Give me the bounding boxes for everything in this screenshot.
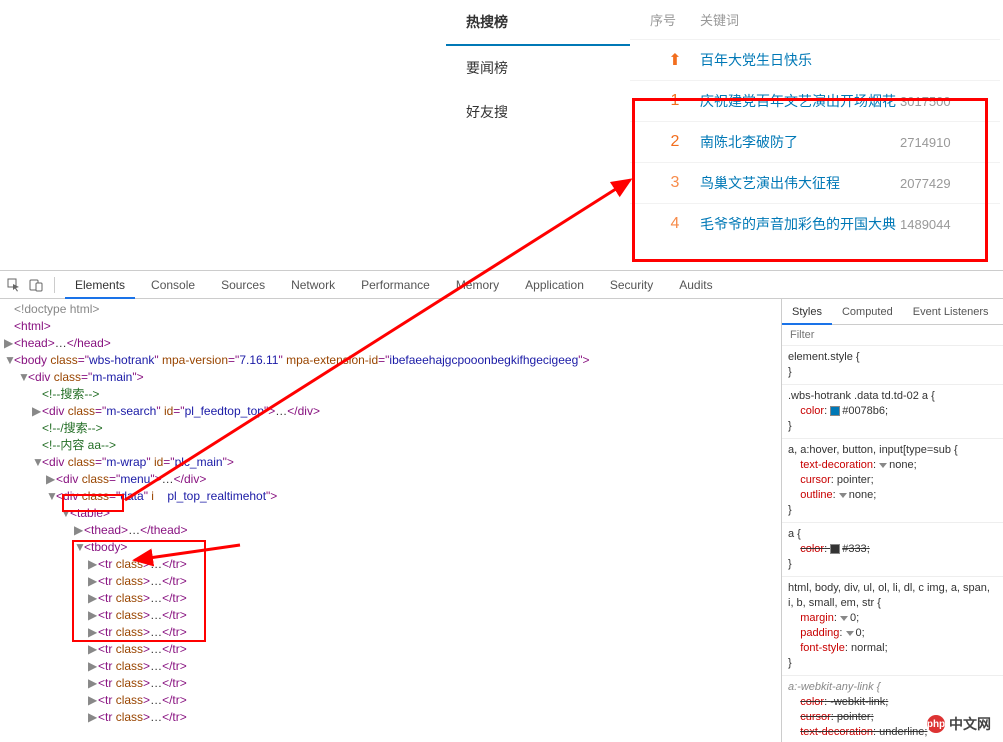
keyword-link[interactable]: 南陈北李破防了	[700, 132, 900, 152]
tab-network[interactable]: Network	[281, 271, 345, 299]
tab-security[interactable]: Security	[600, 271, 663, 299]
tab-application[interactable]: Application	[515, 271, 594, 299]
keyword-link[interactable]: 庆祝建党百年文艺演出开场烟花	[700, 91, 900, 111]
table-row: 2 南陈北李破防了 2714910	[630, 121, 1000, 162]
rank-number: 2	[650, 133, 700, 151]
tab-performance[interactable]: Performance	[351, 271, 440, 299]
styles-filter	[782, 325, 1003, 346]
table-row: 1 庆祝建党百年文艺演出开场烟花 3017500	[630, 80, 1000, 121]
devtools-panel: Elements Console Sources Network Perform…	[0, 270, 1003, 742]
tab-event-listeners[interactable]: Event Listeners	[903, 299, 999, 325]
tab-console[interactable]: Console	[141, 271, 205, 299]
page-content: 热搜榜 要闻榜 好友搜 序号 关键词 ⬆ 百年大党生日快乐 1 庆祝建党百年文艺…	[0, 0, 1003, 270]
tab-computed[interactable]: Computed	[832, 299, 903, 325]
keyword-link[interactable]: 鸟巢文艺演出伟大征程	[700, 173, 900, 193]
keyword-count: 2077429	[900, 176, 980, 191]
header-rank: 序号	[650, 10, 700, 29]
watermark-logo-icon: php	[927, 715, 945, 733]
filter-input[interactable]	[782, 325, 1003, 345]
inspect-icon[interactable]	[6, 277, 22, 293]
keyword-link[interactable]: 百年大党生日快乐	[700, 50, 900, 70]
keyword-count: 1489044	[900, 217, 980, 232]
tab-friends[interactable]: 好友搜	[446, 90, 630, 134]
tab-news[interactable]: 要闻榜	[446, 46, 630, 90]
rank-number: 3	[650, 174, 700, 192]
devtools-toolbar: Elements Console Sources Network Perform…	[0, 271, 1003, 299]
toolbar-separator	[54, 277, 55, 293]
table-row: 3 鸟巢文艺演出伟大征程 2077429	[630, 162, 1000, 203]
styles-rules[interactable]: element.style {}.wbs-hotrank .data td.td…	[782, 346, 1003, 742]
rank-number: 1	[650, 92, 700, 110]
styles-panel: Styles Computed Event Listeners element.…	[781, 299, 1003, 742]
keyword-count: 3017500	[900, 94, 980, 109]
rank-top-icon: ⬆	[650, 50, 700, 70]
keyword-link[interactable]: 毛爷爷的声音加彩色的开国大典	[700, 214, 900, 234]
devtools-body: <!doctype html><html>▶<head>…</head>▼<bo…	[0, 299, 1003, 742]
tab-elements[interactable]: Elements	[65, 271, 135, 299]
table-header: 序号 关键词	[630, 0, 1000, 39]
watermark: php 中文网	[927, 714, 991, 734]
table-row: ⬆ 百年大党生日快乐	[630, 39, 1000, 80]
table-row: 4 毛爷爷的声音加彩色的开国大典 1489044	[630, 203, 1000, 244]
elements-tree[interactable]: <!doctype html><html>▶<head>…</head>▼<bo…	[0, 299, 781, 742]
rank-number: 4	[650, 215, 700, 233]
watermark-text: 中文网	[949, 714, 991, 734]
tab-hot[interactable]: 热搜榜	[446, 0, 630, 46]
tab-styles[interactable]: Styles	[782, 299, 832, 325]
tab-memory[interactable]: Memory	[446, 271, 509, 299]
category-tabs: 热搜榜 要闻榜 好友搜	[446, 0, 630, 134]
device-icon[interactable]	[28, 277, 44, 293]
keyword-count: 2714910	[900, 135, 980, 150]
styles-tabs: Styles Computed Event Listeners	[782, 299, 1003, 325]
tab-audits[interactable]: Audits	[669, 271, 722, 299]
hot-search-table: 序号 关键词 ⬆ 百年大党生日快乐 1 庆祝建党百年文艺演出开场烟花 30175…	[630, 0, 1000, 244]
header-keyword: 关键词	[700, 10, 980, 29]
tab-sources[interactable]: Sources	[211, 271, 275, 299]
